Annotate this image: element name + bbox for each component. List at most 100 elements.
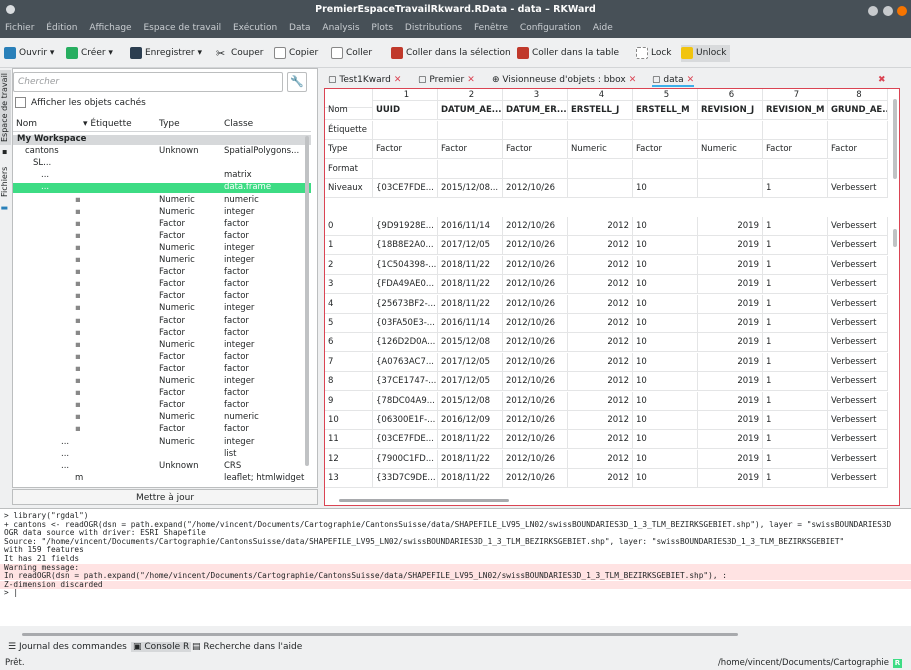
data-cell[interactable]: 2012: [568, 294, 633, 314]
data-cell[interactable]: 2012/10/26: [503, 217, 568, 236]
data-cell[interactable]: 1: [763, 217, 828, 236]
data-cell[interactable]: 2019: [698, 217, 763, 236]
cut-button[interactable]: ✂ Couper: [216, 45, 263, 62]
tree-row[interactable]: ▪ Numeric integer: [13, 243, 311, 254]
column-number[interactable]: 5: [633, 89, 698, 101]
tree-row[interactable]: SL...: [13, 159, 311, 169]
tree-row[interactable]: ▪ Factor factor: [13, 364, 311, 375]
data-cell[interactable]: {A0763AC7...: [373, 352, 438, 372]
data-cell[interactable]: 10: [633, 372, 698, 392]
data-cell[interactable]: {03FA50E3-...: [373, 314, 438, 333]
data-cell[interactable]: 2016/11/14: [438, 314, 503, 333]
meta-cell[interactable]: Factor: [438, 140, 503, 159]
row-index[interactable]: 3: [325, 275, 373, 295]
data-cell[interactable]: 1: [763, 333, 828, 353]
data-cell[interactable]: {7900C1FD...: [373, 449, 438, 469]
data-cell[interactable]: 2015/12/08: [438, 333, 503, 353]
meta-cell[interactable]: Numeric: [698, 140, 763, 159]
meta-row-label[interactable]: Niveaux: [325, 179, 373, 198]
unlock-button[interactable]: Unlock: [681, 45, 731, 62]
paste-selection-button[interactable]: Coller dans la sélection: [391, 45, 511, 62]
data-cell[interactable]: 2012/10/26: [503, 294, 568, 314]
menu-item[interactable]: Fenêtre: [474, 23, 508, 33]
tree-row[interactable]: ... Numeric integer: [13, 437, 311, 448]
data-cell[interactable]: {03CE7FDE...: [373, 430, 438, 450]
tree-row[interactable]: ... matrix: [13, 171, 311, 181]
data-cell[interactable]: Verbessert: [828, 352, 888, 372]
data-cell[interactable]: 2012: [568, 352, 633, 372]
tree-row[interactable]: ▪ Factor factor: [13, 389, 311, 399]
meta-cell[interactable]: REVISION_J: [698, 101, 763, 120]
column-number[interactable]: 7: [763, 89, 828, 101]
meta-row-label[interactable]: Étiquette: [325, 120, 373, 140]
data-cell[interactable]: Verbessert: [828, 255, 888, 275]
tab-workspace[interactable]: Espace de travail: [0, 70, 11, 145]
tree-row[interactable]: ▪ Factor factor: [13, 280, 311, 290]
data-cell[interactable]: 1: [763, 411, 828, 430]
meta-cell[interactable]: [438, 120, 503, 140]
meta-cell[interactable]: [373, 159, 438, 179]
tree-row[interactable]: ▪ Factor factor: [13, 219, 311, 230]
tab-files[interactable]: Fichiers: [0, 162, 11, 202]
column-number[interactable]: 3: [503, 89, 568, 101]
data-cell[interactable]: 2019: [698, 352, 763, 372]
meta-cell[interactable]: [568, 120, 633, 140]
data-editor-grid[interactable]: 1 2 3 4 5 6 7 8 Nom UUID DATUM_AE... DATUM_ER... ERS…: [324, 88, 900, 506]
data-cell[interactable]: 1: [763, 294, 828, 314]
minimize-icon[interactable]: [868, 6, 879, 16]
data-cell[interactable]: 2012: [568, 391, 633, 411]
data-cell[interactable]: Verbessert: [828, 449, 888, 469]
data-cell[interactable]: 2012/10/26: [503, 352, 568, 372]
data-cell[interactable]: {18B8E2A0...: [373, 236, 438, 256]
data-cell[interactable]: Verbessert: [828, 333, 888, 353]
row-index[interactable]: 2: [325, 255, 373, 275]
meta-cell[interactable]: [503, 120, 568, 140]
data-cell[interactable]: 2012: [568, 333, 633, 353]
meta-cell[interactable]: Factor: [633, 140, 698, 159]
meta-cell[interactable]: [828, 120, 888, 140]
data-cell[interactable]: 2016/11/14: [438, 217, 503, 236]
data-cell[interactable]: 10: [633, 352, 698, 372]
data-cell[interactable]: 10: [633, 314, 698, 333]
meta-cell[interactable]: [633, 120, 698, 140]
data-cell[interactable]: 2012: [568, 411, 633, 430]
tree-row[interactable]: m leaflet; htmlwidget: [13, 473, 311, 484]
data-cell[interactable]: 2017/12/05: [438, 372, 503, 392]
meta-cell[interactable]: 1: [763, 179, 828, 198]
data-cell[interactable]: 2012/10/26: [503, 411, 568, 430]
meta-row-label[interactable]: Type: [325, 140, 373, 159]
data-cell[interactable]: 2018/11/22: [438, 294, 503, 314]
tree-row[interactable]: ▪ Numeric integer: [13, 340, 311, 351]
data-cell[interactable]: 2012: [568, 255, 633, 275]
row-index[interactable]: 12: [325, 449, 373, 469]
data-cell[interactable]: 2019: [698, 255, 763, 275]
data-cell[interactable]: 2019: [698, 469, 763, 489]
data-cell[interactable]: 2012/10/26: [503, 430, 568, 450]
tree-row[interactable]: ▪ Numeric numeric: [13, 413, 311, 423]
data-cell[interactable]: 1: [763, 469, 828, 489]
meta-cell[interactable]: [763, 120, 828, 140]
row-index[interactable]: 11: [325, 430, 373, 450]
data-cell[interactable]: Verbessert: [828, 275, 888, 295]
row-index[interactable]: 6: [325, 333, 373, 353]
data-cell[interactable]: 2012: [568, 430, 633, 450]
tab-command-log[interactable]: ☰ Journal des commandes: [8, 642, 127, 652]
column-number[interactable]: 6: [698, 89, 763, 101]
meta-cell[interactable]: Numeric: [568, 140, 633, 159]
data-cell[interactable]: 2012/10/26: [503, 449, 568, 469]
data-cell[interactable]: 2012/10/26: [503, 372, 568, 392]
toggle-icon[interactable]: ▪: [0, 148, 11, 158]
tree-row[interactable]: cantons Unknown SpatialPolygons...: [13, 147, 311, 157]
paste-table-button[interactable]: Coller dans la table: [517, 45, 619, 62]
meta-cell[interactable]: [568, 179, 633, 198]
data-cell[interactable]: 2018/11/22: [438, 449, 503, 469]
data-cell[interactable]: 2016/12/09: [438, 411, 503, 430]
meta-cell[interactable]: [698, 179, 763, 198]
maximize-icon[interactable]: [882, 6, 893, 16]
close-all-icon[interactable]: ✖: [878, 73, 886, 87]
grid-horizontal-scrollbar[interactable]: [339, 499, 509, 502]
data-cell[interactable]: 2012/10/26: [503, 314, 568, 333]
menu-item[interactable]: Plots: [371, 23, 393, 33]
meta-cell[interactable]: DATUM_AE...: [438, 101, 503, 120]
update-button[interactable]: Mettre à jour: [12, 489, 318, 505]
